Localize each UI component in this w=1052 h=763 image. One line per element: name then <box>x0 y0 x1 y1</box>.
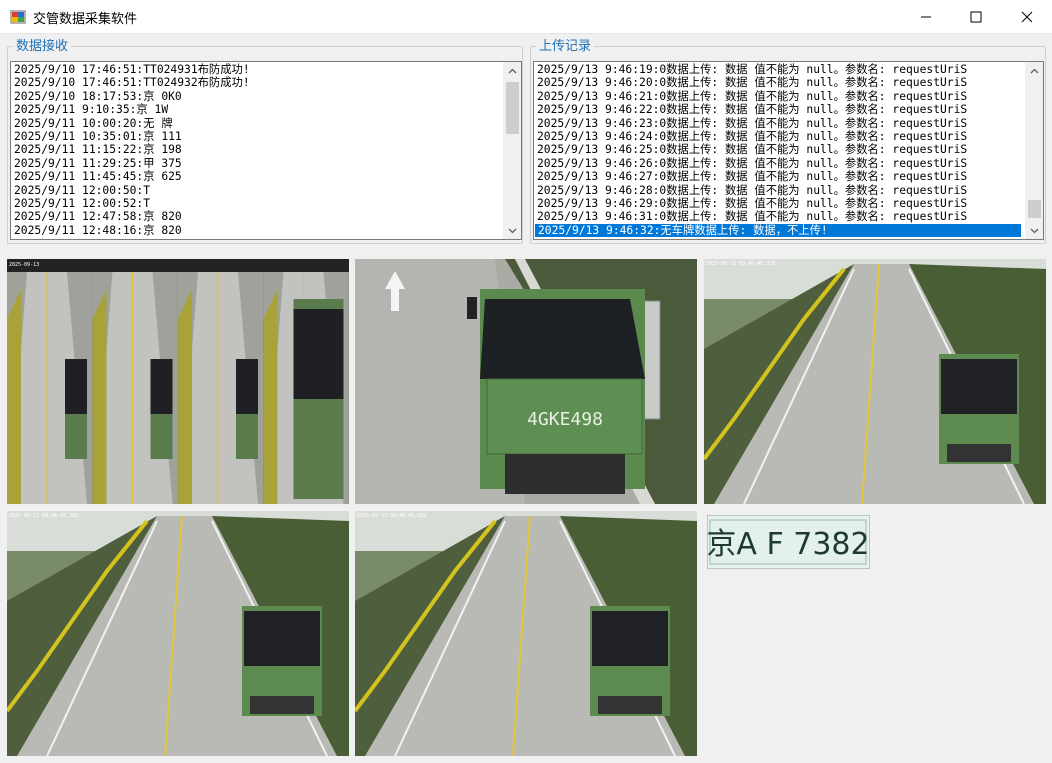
list-item[interactable]: 2025/9/11 11:45:45:京 625 <box>11 170 521 183</box>
list-item[interactable]: 2025/9/13 9:46:20:0数据上传: 数据 值不能为 null。参数… <box>534 76 1043 89</box>
list-item[interactable]: 2025/9/11 9:10:35:京 1W <box>11 103 521 116</box>
maximize-icon <box>970 11 982 22</box>
window-title: 交管数据采集软件 <box>33 12 138 27</box>
camera-image-road-2[interactable]: 2025-09-13 09:46:45.302 <box>7 511 349 756</box>
chevron-up-icon <box>1030 68 1039 73</box>
list-item[interactable]: 2025/9/13 9:46:25:0数据上传: 数据 值不能为 null。参数… <box>534 143 1043 156</box>
close-icon <box>1021 11 1033 22</box>
list-item[interactable]: 2025/9/10 17:46:51:TT024931布防成功! <box>11 63 521 76</box>
close-button[interactable] <box>1004 0 1050 33</box>
minimize-icon <box>921 16 931 17</box>
upload-selected-line[interactable]: 2025/9/13 9:46:32:无车牌数据上传: 数据，不上传! <box>535 224 1021 238</box>
list-item[interactable]: 2025/9/13 9:46:27:0数据上传: 数据 值不能为 null。参数… <box>534 170 1043 183</box>
receive-group-label: 数据接收 <box>13 39 72 54</box>
app-icon <box>10 10 26 24</box>
camera-image-composite[interactable]: 2025-09-13 <box>7 259 349 504</box>
list-item[interactable]: 2025/9/13 9:46:28:0数据上传: 数据 值不能为 null。参数… <box>534 184 1043 197</box>
timestamp-overlay: 2025-09-13 09:46:45.292 <box>357 513 427 519</box>
maximize-button[interactable] <box>953 0 999 33</box>
timestamp-overlay: 2025-09-13 09:46:45.302 <box>9 513 79 519</box>
list-item[interactable]: 2025/9/10 18:17:53:京 0K0 <box>11 90 521 103</box>
scroll-down-arrow[interactable] <box>1026 222 1043 239</box>
list-item[interactable]: 2025/9/13 9:46:24:0数据上传: 数据 值不能为 null。参数… <box>534 130 1043 143</box>
list-item[interactable]: 2025/9/11 11:15:22:京 198 <box>11 143 521 156</box>
list-item[interactable]: 2025/9/13 9:46:23:0数据上传: 数据 值不能为 null。参数… <box>534 117 1043 130</box>
scroll-thumb[interactable] <box>1028 200 1041 218</box>
receive-scrollbar[interactable] <box>503 62 521 239</box>
list-item[interactable]: 2025/9/11 12:00:50:T <box>11 184 521 197</box>
upload-lines: 2025/9/13 9:46:19:0数据上传: 数据 值不能为 null。参数… <box>534 62 1043 224</box>
list-item[interactable]: 2025/9/13 9:46:31:0数据上传: 数据 值不能为 null。参数… <box>534 210 1043 223</box>
list-item[interactable]: 2025/9/13 9:46:22:0数据上传: 数据 值不能为 null。参数… <box>534 103 1043 116</box>
camera-image-road-1[interactable]: 2025-09-13 09:46:45.318 <box>704 259 1046 504</box>
chevron-down-icon <box>1030 228 1039 233</box>
camera-image-road-3[interactable]: 2025-09-13 09:46:45.292 <box>355 511 697 756</box>
upload-group-label: 上传记录 <box>536 39 595 54</box>
receive-lines: 2025/9/10 17:46:51:TT024931布防成功! 2025/9/1… <box>11 62 521 237</box>
list-item[interactable]: 2025/9/11 11:29:25:甲 375 <box>11 157 521 170</box>
upload-listbox[interactable]: 2025/9/13 9:46:19:0数据上传: 数据 值不能为 null。参数… <box>533 61 1044 240</box>
list-item[interactable]: 2025/9/13 9:46:19:0数据上传: 数据 值不能为 null。参数… <box>534 63 1043 76</box>
upload-scrollbar[interactable] <box>1025 62 1043 239</box>
plate-text: 京A F 7382 <box>708 527 869 562</box>
camera-image-closeup[interactable]: 4GKE498 <box>355 259 697 504</box>
scroll-down-arrow[interactable] <box>504 222 521 239</box>
list-item[interactable]: 2025/9/11 10:35:01:京 111 <box>11 130 521 143</box>
title-bar: 交管数据采集软件 <box>0 0 1052 34</box>
scroll-thumb[interactable] <box>506 82 519 134</box>
chevron-down-icon <box>508 228 517 233</box>
list-item[interactable]: 2025/9/13 9:46:26:0数据上传: 数据 值不能为 null。参数… <box>534 157 1043 170</box>
timestamp-overlay: 2025-09-13 09:46:45.318 <box>706 261 776 267</box>
list-item[interactable]: 2025/9/11 12:48:16:京 820 <box>11 224 521 237</box>
plate-crop-image[interactable]: 京A F 7382 <box>707 515 870 569</box>
scroll-up-arrow[interactable] <box>1026 62 1043 79</box>
list-item[interactable]: 2025/9/11 12:00:52:T <box>11 197 521 210</box>
list-item[interactable]: 2025/9/13 9:46:21:0数据上传: 数据 值不能为 null。参数… <box>534 90 1043 103</box>
receive-listbox[interactable]: 2025/9/10 17:46:51:TT024931布防成功! 2025/9/1… <box>10 61 522 240</box>
chevron-up-icon <box>508 68 517 73</box>
list-item[interactable]: 2025/9/13 9:46:29:0数据上传: 数据 值不能为 null。参数… <box>534 197 1043 210</box>
list-item[interactable]: 2025/9/11 12:47:58:京 820 <box>11 210 521 223</box>
minimize-button[interactable] <box>903 0 949 33</box>
list-item[interactable]: 2025/9/10 17:46:51:TT024932布防成功! <box>11 76 521 89</box>
truck-plate-text: 4GKE498 <box>527 409 603 430</box>
list-item[interactable]: 2025/9/11 10:00:20:无 牌 <box>11 117 521 130</box>
scroll-up-arrow[interactable] <box>504 62 521 79</box>
timestamp-overlay: 2025-09-13 <box>9 262 40 268</box>
